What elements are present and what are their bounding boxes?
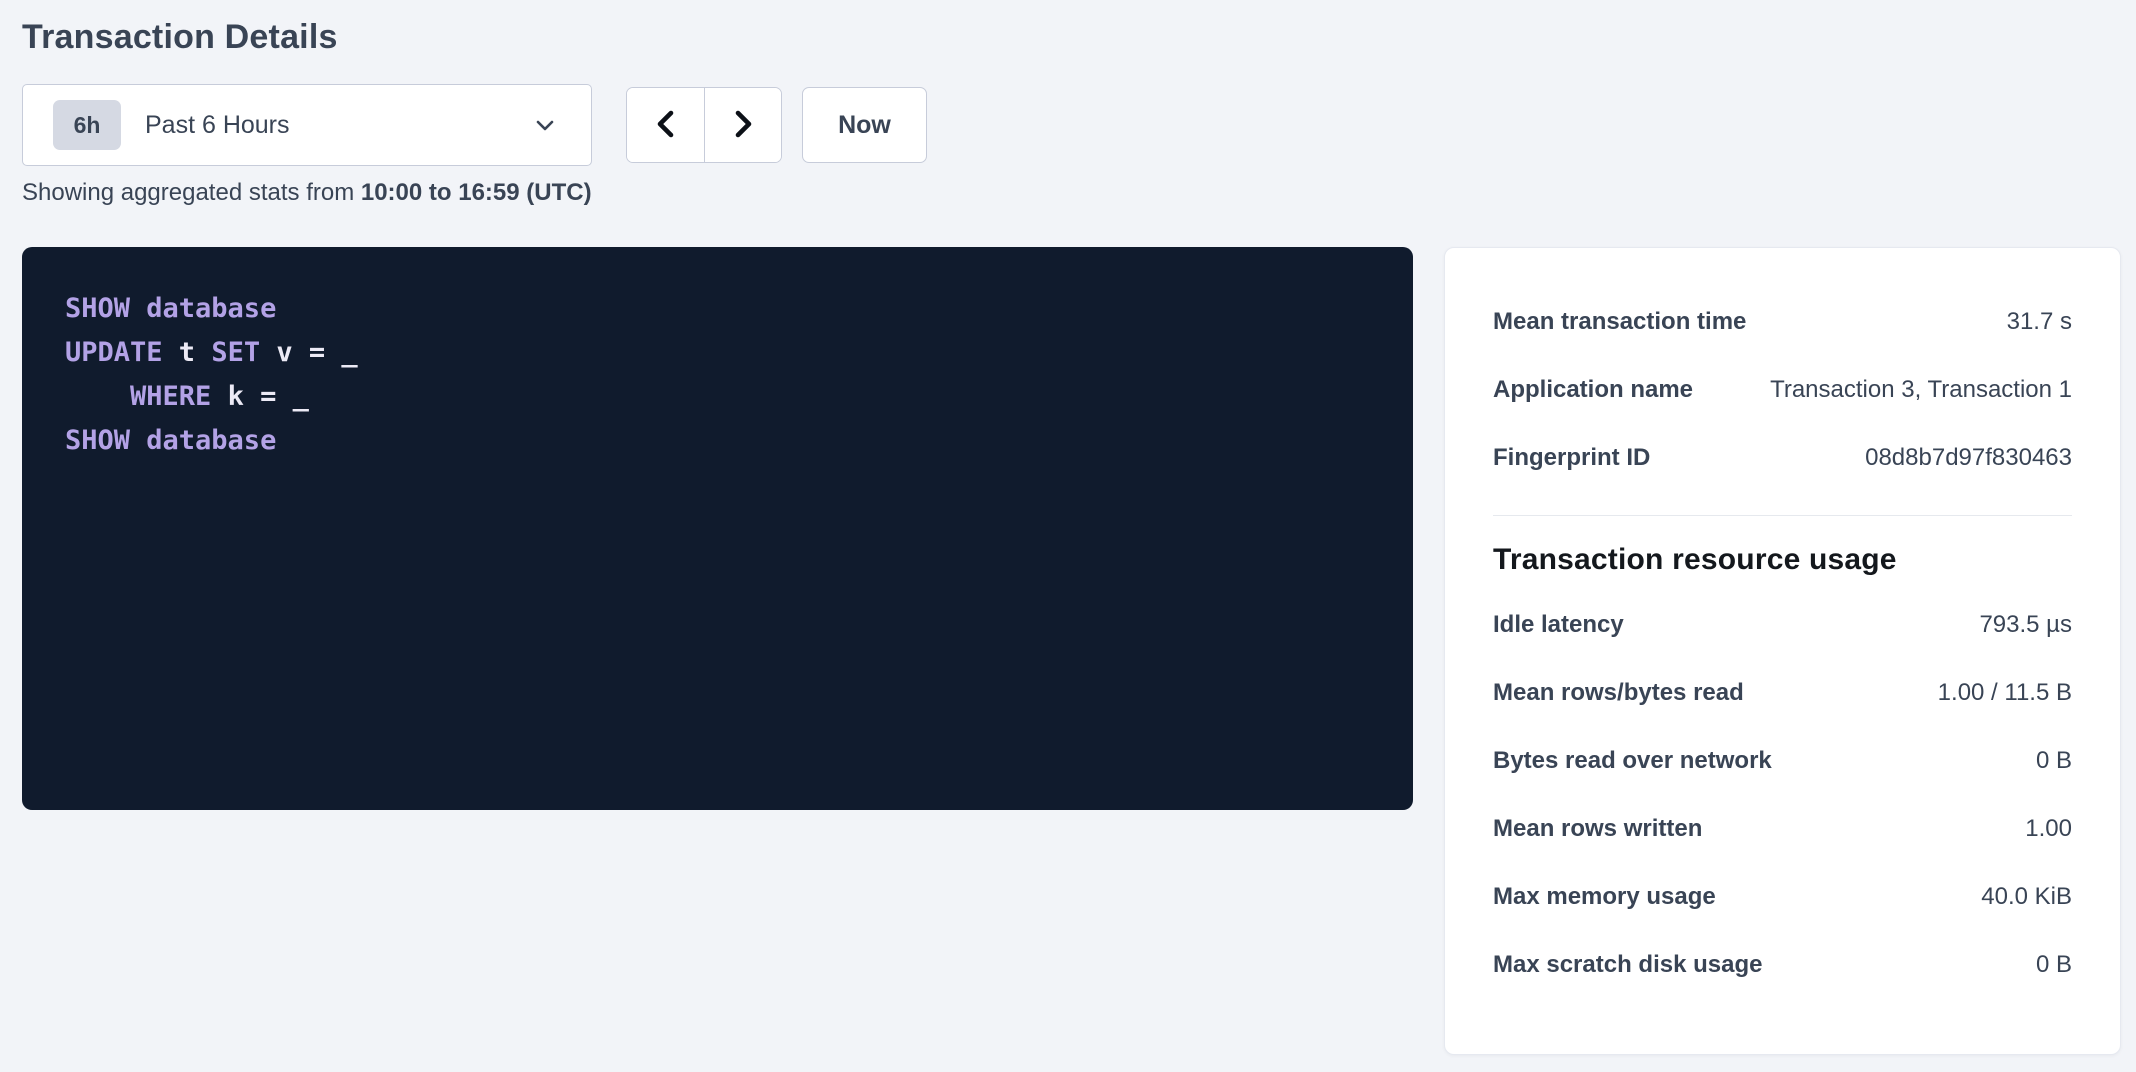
time-range-select[interactable]: 6h Past 6 Hours [22,84,592,166]
stat-row: Mean rows written 1.00 [1493,795,2072,863]
stat-row: Fingerprint ID 08d8b7d97f830463 [1493,424,2072,492]
transaction-details-card: Mean transaction time 31.7 s Application n… [1444,247,2121,1055]
sql-line: WHERE k = _ [65,375,1373,419]
stat-label: Application name [1493,376,1693,404]
page-title: Transaction Details [22,18,2121,57]
stat-value: 1.00 [2025,815,2072,843]
aggregation-note-prefix: Showing aggregated stats from [22,179,361,206]
stat-row: Idle latency 793.5 µs [1493,591,2072,659]
sql-statements: SHOW database UPDATE t SET v = _ WHERE k … [65,287,1373,463]
sql-token-keyword: SHOW database [65,293,276,324]
stat-value: 0 B [2036,951,2072,979]
sql-token-plain [65,381,130,412]
next-time-button[interactable] [704,88,781,162]
sql-line: SHOW database [65,287,1373,331]
aggregation-note-range: 10:00 to 16:59 (UTC) [361,179,592,206]
chevron-down-icon [533,113,557,137]
sql-token-keyword: SET [211,337,260,368]
resource-usage-heading: Transaction resource usage [1493,543,2072,577]
sql-statement-box: SHOW database UPDATE t SET v = _ WHERE k … [22,247,1413,810]
stat-value: 0 B [2036,747,2072,775]
stat-value: Transaction 3, Transaction 1 [1770,376,2072,404]
resource-usage-stats: Idle latency 793.5 µs Mean rows/bytes read… [1493,591,2072,999]
transaction-details-page: Transaction Details 6h Past 6 Hours [0,0,2136,1072]
stat-row: Mean rows/bytes read 1.00 / 11.5 B [1493,659,2072,727]
stat-row: Bytes read over network 0 B [1493,727,2072,795]
chevron-right-icon [729,108,757,143]
prev-time-button[interactable] [627,88,704,162]
stat-label: Max scratch disk usage [1493,951,1762,979]
stat-label: Idle latency [1493,611,1624,639]
time-range-badge: 6h [53,100,121,150]
stat-label: Mean rows written [1493,815,1702,843]
stat-label: Fingerprint ID [1493,444,1650,472]
stat-value: 1.00 / 11.5 B [1938,679,2072,707]
stat-value: 40.0 KiB [1981,883,2072,911]
sql-line: SHOW database [65,419,1373,463]
stat-value: 08d8b7d97f830463 [1865,444,2072,472]
sql-token-plain: k = _ [211,381,309,412]
sql-token-plain: v = _ [260,337,358,368]
sql-token-keyword: SHOW database [65,425,276,456]
time-range-label: Past 6 Hours [145,111,533,140]
stat-label: Bytes read over network [1493,747,1772,775]
stat-value: 793.5 µs [1979,611,2072,639]
now-button[interactable]: Now [802,87,927,163]
sql-line: UPDATE t SET v = _ [65,331,1373,375]
time-nav-group [626,87,782,163]
stat-row: Max memory usage 40.0 KiB [1493,863,2072,931]
stat-label: Mean rows/bytes read [1493,679,1744,707]
summary-stats: Mean transaction time 31.7 s Application n… [1493,288,2072,492]
aggregation-range-note: Showing aggregated stats from 10:00 to 1… [22,179,2121,207]
main-content: SHOW database UPDATE t SET v = _ WHERE k … [22,247,2121,1055]
sql-token-keyword: UPDATE [65,337,163,368]
sql-token-plain: t [163,337,212,368]
card-divider [1493,515,2072,516]
stat-row: Application name Transaction 3, Transacti… [1493,356,2072,424]
stat-row: Max scratch disk usage 0 B [1493,931,2072,999]
stat-row: Mean transaction time 31.7 s [1493,288,2072,356]
stat-label: Mean transaction time [1493,308,1746,336]
stat-value: 31.7 s [2007,308,2072,336]
stat-label: Max memory usage [1493,883,1716,911]
time-controls: 6h Past 6 Hours [22,84,2121,166]
chevron-left-icon [652,108,680,143]
sql-token-keyword: WHERE [130,381,211,412]
